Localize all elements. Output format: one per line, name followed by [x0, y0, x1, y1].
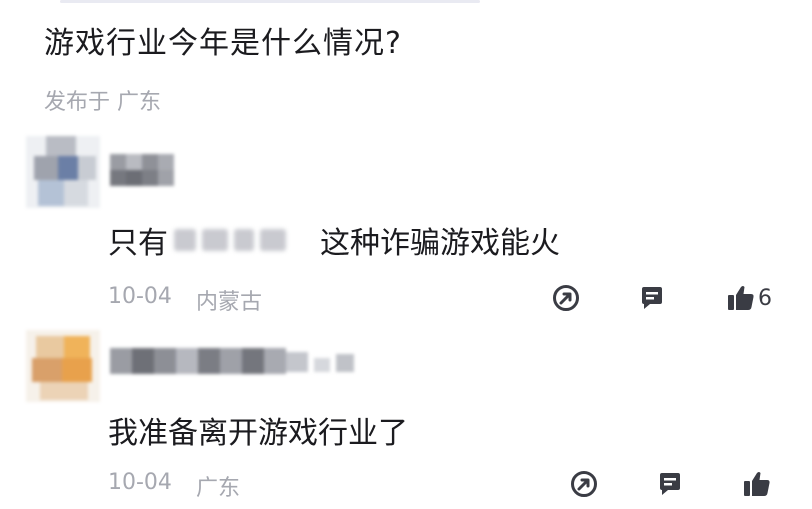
- share-icon: [553, 285, 579, 311]
- username[interactable]: [108, 342, 368, 384]
- share-button[interactable]: [552, 280, 580, 316]
- thumbs-up-icon: [744, 472, 770, 496]
- like-button[interactable]: 6: [726, 280, 772, 316]
- share-icon: [571, 471, 597, 497]
- comment-item: 只有 这种诈骗游戏能火 10-04 内蒙古 6: [0, 130, 812, 320]
- post-title: 游戏行业今年是什么情况?: [44, 26, 402, 61]
- comment-meta: 10-04 广东: [108, 466, 792, 502]
- avatar[interactable]: [26, 330, 100, 402]
- comment-date: 10-04: [108, 470, 172, 495]
- comment-date: 10-04: [108, 284, 172, 309]
- comment-location: 广东: [196, 476, 241, 501]
- like-count: 6: [758, 285, 772, 311]
- reply-icon: [660, 473, 680, 495]
- share-button[interactable]: [570, 466, 598, 502]
- comment-location: 内蒙古: [196, 290, 263, 315]
- comment-text: 我准备离开游戏行业了: [108, 416, 408, 451]
- post-location: 发布于 广东: [44, 90, 161, 115]
- comment-text-end: 这种诈骗游戏能火: [320, 226, 560, 261]
- comment-text-start: 只有: [108, 226, 168, 261]
- username[interactable]: [108, 150, 188, 192]
- like-button[interactable]: [742, 466, 774, 502]
- avatar[interactable]: [26, 136, 100, 208]
- comment-meta: 10-04 内蒙古 6: [108, 280, 792, 316]
- thumbs-up-icon: [728, 286, 754, 310]
- comment-item: 我准备离开游戏行业了 10-04 广东: [0, 320, 812, 509]
- reply-icon: [642, 287, 662, 309]
- redacted-text: [174, 223, 314, 257]
- reply-button[interactable]: [656, 466, 684, 502]
- reply-button[interactable]: [638, 280, 666, 316]
- comment-text: 只有 这种诈骗游戏能火: [108, 218, 560, 262]
- top-divider: [60, 0, 480, 3]
